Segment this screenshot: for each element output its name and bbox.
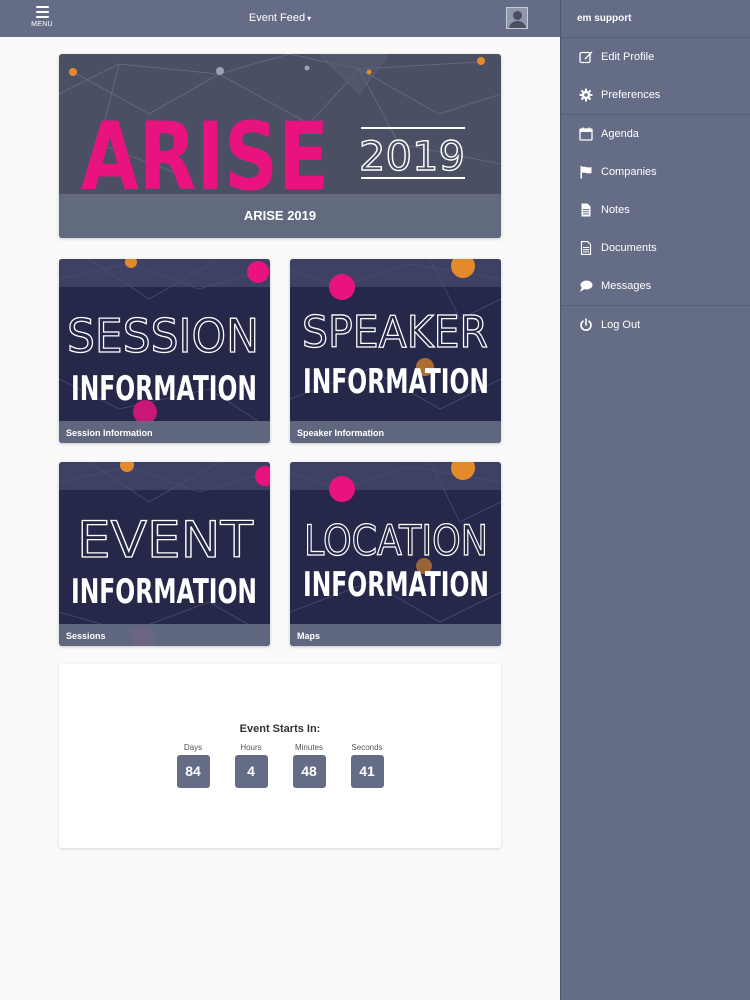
side-panel: em support Edit Profile Preferences Agen…: [560, 0, 750, 1000]
side-item-label: Preferences: [601, 89, 661, 101]
side-user-name: em support: [561, 0, 750, 38]
tile-title-line1: SPEAKER: [302, 307, 488, 358]
event-information-tile[interactable]: EVENT INFORMATION Sessions: [59, 462, 270, 646]
speaker-information-image: SPEAKER INFORMATION: [290, 259, 501, 443]
avatar[interactable]: [506, 7, 528, 29]
countdown-unit-label: Minutes: [294, 743, 323, 752]
side-item-label: Agenda: [601, 128, 639, 140]
countdown-seconds: Seconds 41: [350, 743, 384, 788]
side-item-label: Messages: [601, 280, 652, 292]
side-item-notes[interactable]: Notes: [561, 191, 750, 229]
location-information-tile[interactable]: LOCATION INFORMATION Maps: [290, 462, 501, 646]
side-item-preferences[interactable]: Preferences: [561, 76, 750, 114]
side-item-companies[interactable]: Companies: [561, 153, 750, 191]
banner-caption: ARISE 2019: [59, 194, 501, 238]
event-information-image: EVENT INFORMATION: [59, 462, 270, 646]
side-item-edit-profile[interactable]: Edit Profile: [561, 38, 750, 76]
tile-title-line2: INFORMATION: [303, 362, 489, 402]
countdown-unit-label: Seconds: [351, 743, 383, 752]
session-information-image: SESSION INFORMATION: [59, 259, 270, 443]
tile-caption: Session Information: [59, 421, 270, 443]
arise-banner-card[interactable]: ARISE 2019 ARISE 2019: [59, 54, 501, 238]
tile-title-line2: INFORMATION: [71, 369, 257, 409]
countdown-minutes: Minutes 48: [292, 743, 326, 788]
arise-logo-year: 2019: [359, 134, 465, 180]
tile-caption: Sessions: [59, 624, 270, 646]
edit-icon: [579, 51, 593, 64]
countdown-unit-value: 41: [350, 755, 384, 788]
tile-title-line1: SESSION: [67, 309, 259, 363]
side-item-agenda[interactable]: Agenda: [561, 115, 750, 153]
tile-title-line2: INFORMATION: [71, 572, 257, 612]
tile-caption: Speaker Information: [290, 421, 501, 443]
document-icon: [580, 241, 592, 255]
countdown-unit-value: 48: [292, 755, 326, 788]
countdown-days: Days 84: [176, 743, 210, 788]
caret-down-icon: ▾: [307, 14, 312, 23]
side-item-label: Documents: [601, 242, 657, 254]
side-item-label: Notes: [601, 204, 630, 216]
countdown-unit-label: Days: [183, 743, 203, 752]
tile-title-line1: LOCATION: [304, 516, 488, 565]
hamburger-icon: [35, 6, 49, 18]
location-information-image: LOCATION INFORMATION: [290, 462, 501, 646]
side-item-documents[interactable]: Documents: [561, 229, 750, 267]
tile-title-line1: EVENT: [77, 511, 253, 569]
countdown-unit-value: 4: [234, 755, 268, 788]
side-item-messages[interactable]: Messages: [561, 267, 750, 305]
speaker-information-tile[interactable]: SPEAKER INFORMATION Speaker Information: [290, 259, 501, 443]
event-feed-label: Event Feed: [248, 12, 306, 24]
calendar-icon: [579, 127, 593, 141]
tile-caption: Maps: [290, 624, 501, 646]
countdown-unit-label: Hours: [240, 743, 262, 752]
gear-icon: [579, 88, 593, 102]
side-item-label: Log Out: [601, 319, 641, 331]
countdown-hours: Hours 4: [234, 743, 268, 788]
countdown-unit-value: 84: [176, 755, 210, 788]
power-icon: [580, 318, 592, 331]
flag-icon: [580, 166, 592, 179]
side-item-label: Edit Profile: [601, 51, 655, 63]
menu-label: MENU: [31, 21, 53, 28]
tile-title-line2: INFORMATION: [303, 565, 489, 605]
session-information-tile[interactable]: SESSION INFORMATION Session Information: [59, 259, 270, 443]
event-countdown-card: Event Starts In: Days 84 Hours 4 Minutes…: [59, 664, 501, 848]
side-item-log-out[interactable]: Log Out: [561, 306, 750, 344]
top-bar: MENU Event Feed ▾: [0, 0, 560, 37]
event-feed-dropdown[interactable]: Event Feed ▾: [240, 12, 320, 24]
note-icon: [581, 203, 591, 217]
countdown-title: Event Starts In:: [239, 723, 321, 735]
side-item-label: Companies: [601, 166, 657, 178]
chat-bubble-icon: [580, 280, 593, 292]
menu-button[interactable]: MENU: [22, 4, 62, 34]
